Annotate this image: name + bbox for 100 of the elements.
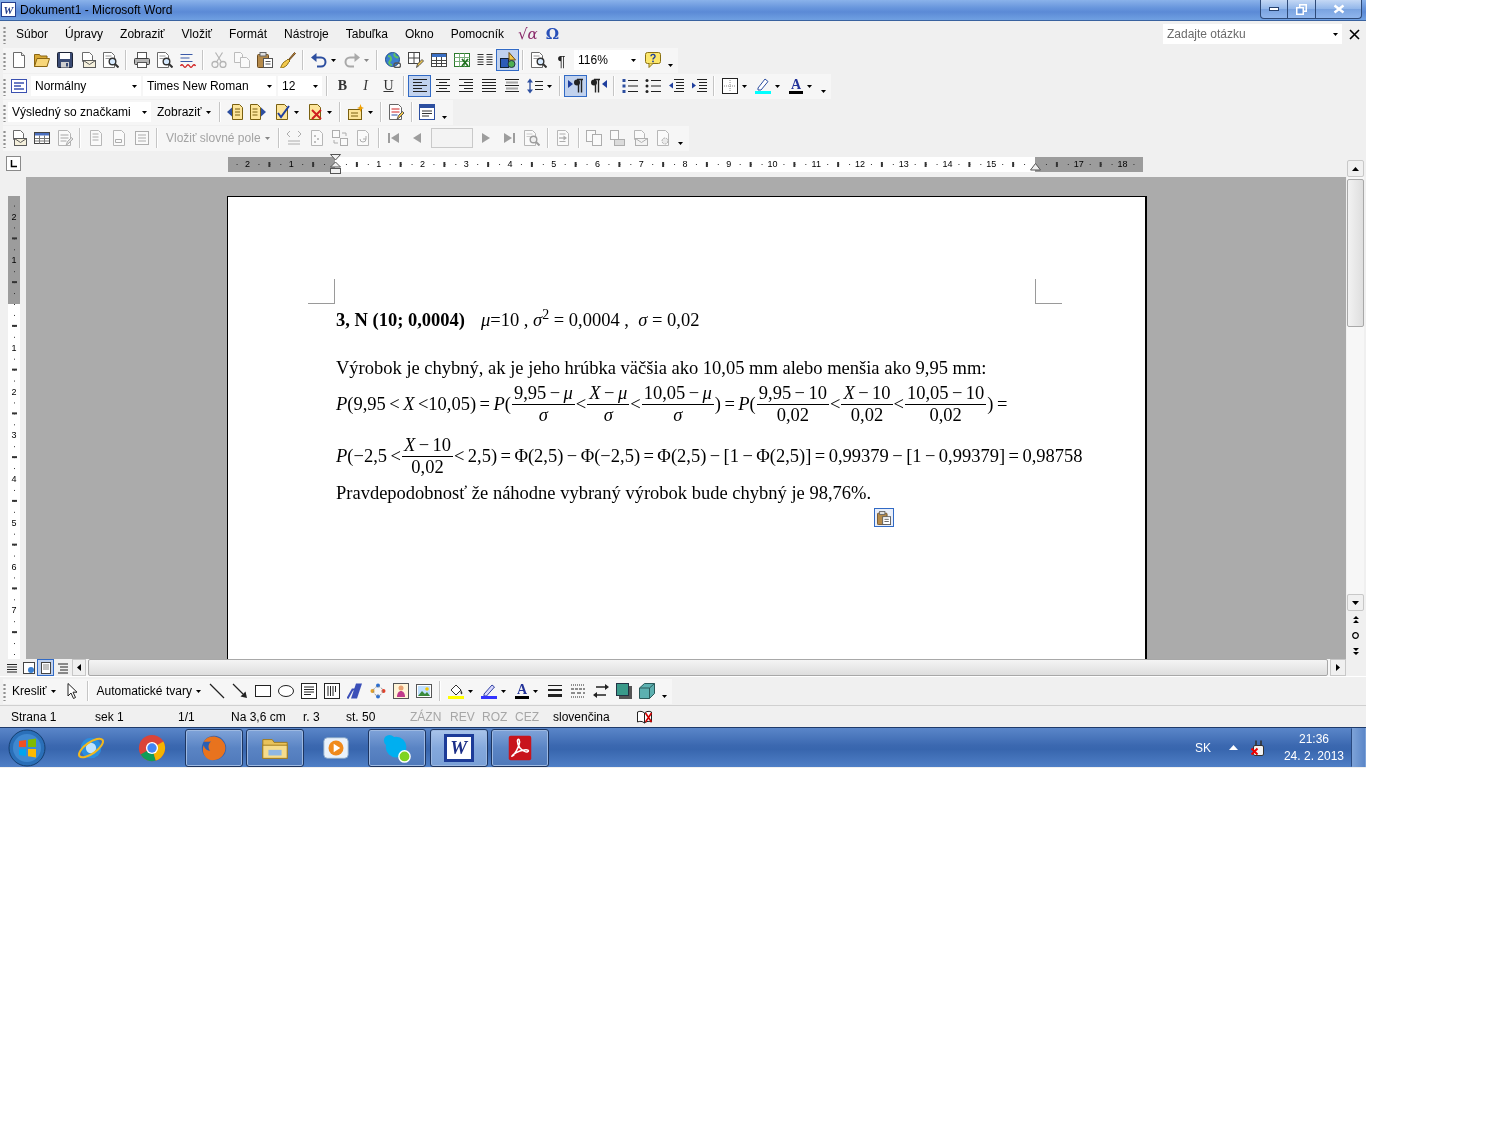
language-button[interactable]: SK xyxy=(1185,735,1220,760)
tab-stop-icon[interactable] xyxy=(6,156,21,171)
menu-item[interactable]: Pomocník xyxy=(443,24,512,44)
pilcrow-button[interactable]: ¶ xyxy=(550,49,573,71)
close-icon xyxy=(1332,4,1345,14)
page-magnifier-icon xyxy=(530,52,547,68)
open-folder-icon xyxy=(33,52,50,68)
diagonal-arrow-icon xyxy=(232,683,249,699)
ruler-number: 18 xyxy=(1116,159,1129,170)
corner-mark-icon xyxy=(308,279,335,304)
scroll-down-button[interactable] xyxy=(1347,594,1364,611)
underline-button[interactable]: U xyxy=(377,75,400,97)
symbol-button[interactable]: √α xyxy=(514,24,542,44)
landscape-picture-icon xyxy=(416,683,433,699)
caret-icon xyxy=(195,689,201,693)
right-triangle-icon xyxy=(1336,664,1340,671)
taskbar-button[interactable]: W xyxy=(429,728,488,767)
page-check-icon xyxy=(273,104,290,120)
toolbar-grip[interactable] xyxy=(3,50,6,70)
menu-item[interactable]: Tabuľka xyxy=(338,24,395,44)
align-left-icon xyxy=(411,78,428,94)
logo-tile: W xyxy=(443,733,474,762)
clock-time[interactable]: 21:36 xyxy=(1298,730,1329,748)
show-menu-button[interactable]: Zobraziť xyxy=(152,101,216,123)
restore-button[interactable] xyxy=(1288,0,1316,19)
bold-button[interactable]: B xyxy=(331,75,354,97)
toolbar-grip[interactable] xyxy=(3,128,6,148)
ruler-number: 6 xyxy=(10,561,18,572)
scroll-left-button[interactable] xyxy=(72,659,86,676)
status-text: Strana 1 xyxy=(11,709,58,724)
toolbar-grip[interactable] xyxy=(3,681,6,701)
ruler-number: 1 xyxy=(287,159,295,170)
caret-icon xyxy=(467,689,473,693)
ruler-number: 2 xyxy=(244,159,251,170)
table-pencil-icon xyxy=(407,52,424,68)
taskbar-button[interactable] xyxy=(184,728,243,767)
show-desktop-button[interactable] xyxy=(1351,728,1366,767)
book-cross-icon[interactable] xyxy=(636,709,653,724)
toolbar-grip[interactable] xyxy=(3,76,6,96)
mouse-pointer-icon xyxy=(64,683,80,699)
math-fraction: X − 10 0,02 xyxy=(841,383,893,426)
zoom-dropdown[interactable]: 116% xyxy=(574,50,640,70)
menu-item[interactable]: Nástroje xyxy=(277,24,336,44)
ruler-number: 2 xyxy=(10,211,18,222)
caret-icon xyxy=(807,84,813,88)
menu-item[interactable]: Súbor xyxy=(9,24,56,44)
italic-button[interactable]: I xyxy=(354,75,377,97)
scroll-right-button[interactable] xyxy=(1330,659,1346,676)
taskbar-button[interactable] xyxy=(245,728,304,767)
clipboard-icon xyxy=(256,52,273,68)
close-document-button[interactable] xyxy=(1347,26,1362,42)
markup-dropdown[interactable]: Výsledný so značkami xyxy=(8,102,151,122)
menu-item[interactable]: Zobraziť xyxy=(113,24,172,44)
menu-item[interactable]: Úpravy xyxy=(58,24,111,44)
clock-date[interactable]: 24. 2. 2013 xyxy=(1283,747,1344,765)
minimize-button[interactable] xyxy=(1260,0,1288,19)
scroll-thumb[interactable] xyxy=(1347,179,1364,327)
indent-marker-icon[interactable] xyxy=(330,154,341,174)
circle-icon xyxy=(1352,631,1359,639)
paint-bucket-icon xyxy=(447,683,464,699)
question-field[interactable]: Zadajte otázku xyxy=(1163,24,1328,44)
close-button[interactable] xyxy=(1316,0,1362,19)
font-size-dropdown[interactable]: 12 xyxy=(278,76,322,96)
toolbar-grip[interactable] xyxy=(3,102,6,122)
symbol-button[interactable]: Ω xyxy=(541,24,564,44)
toolbar-grip[interactable] xyxy=(3,24,6,44)
scroll-up-button[interactable] xyxy=(1347,160,1364,177)
menu-item[interactable]: Okno xyxy=(398,24,441,44)
paragraph-right-arrow-button[interactable] xyxy=(564,75,587,97)
math-fraction: 9,95 − μ σ xyxy=(511,383,575,426)
indent-arrow-icon xyxy=(690,78,707,94)
taskbar-button[interactable] xyxy=(491,728,550,767)
draw-menu-button[interactable]: Kresliť xyxy=(7,680,61,702)
style-dropdown[interactable]: Normálny xyxy=(31,76,141,96)
ruler-number: 3 xyxy=(10,429,18,441)
font-dropdown[interactable]: Times New Roman xyxy=(143,76,276,96)
menu-item[interactable]: Formát xyxy=(222,24,275,44)
paragraph-right-arrow-icon xyxy=(567,78,584,94)
small-table-icon xyxy=(33,130,50,146)
font-color-button[interactable]: A xyxy=(784,75,818,97)
taskbar-button[interactable] xyxy=(368,728,427,767)
lines-icon xyxy=(5,661,18,674)
up-arrow-icon xyxy=(1229,745,1239,750)
align-left-button[interactable] xyxy=(408,75,431,97)
font-color-button[interactable]: A xyxy=(509,680,543,702)
indent-marker-icon[interactable] xyxy=(1030,163,1041,171)
restore-icon xyxy=(1296,3,1307,15)
ruler-number: 3 xyxy=(462,159,470,170)
status-text: ZÁZN xyxy=(410,709,443,724)
view-button[interactable] xyxy=(37,659,54,676)
view-button[interactable] xyxy=(20,659,37,676)
ruler-number: 5 xyxy=(10,517,18,529)
autoshapes-menu-button[interactable]: Automatické tvary xyxy=(91,680,206,702)
paragraph-text: Pravdepodobnosť že náhodne vybraný výrobok bude chybný je 98,76%. xyxy=(336,483,872,504)
question-dropdown-button[interactable] xyxy=(1328,24,1342,44)
paste-options-button[interactable] xyxy=(874,508,894,527)
page-magnifier-icon xyxy=(524,130,541,146)
menu-item[interactable]: Vložiť xyxy=(174,24,220,44)
power-plug-icon[interactable] xyxy=(1249,739,1266,756)
shapes-button[interactable] xyxy=(496,49,519,71)
